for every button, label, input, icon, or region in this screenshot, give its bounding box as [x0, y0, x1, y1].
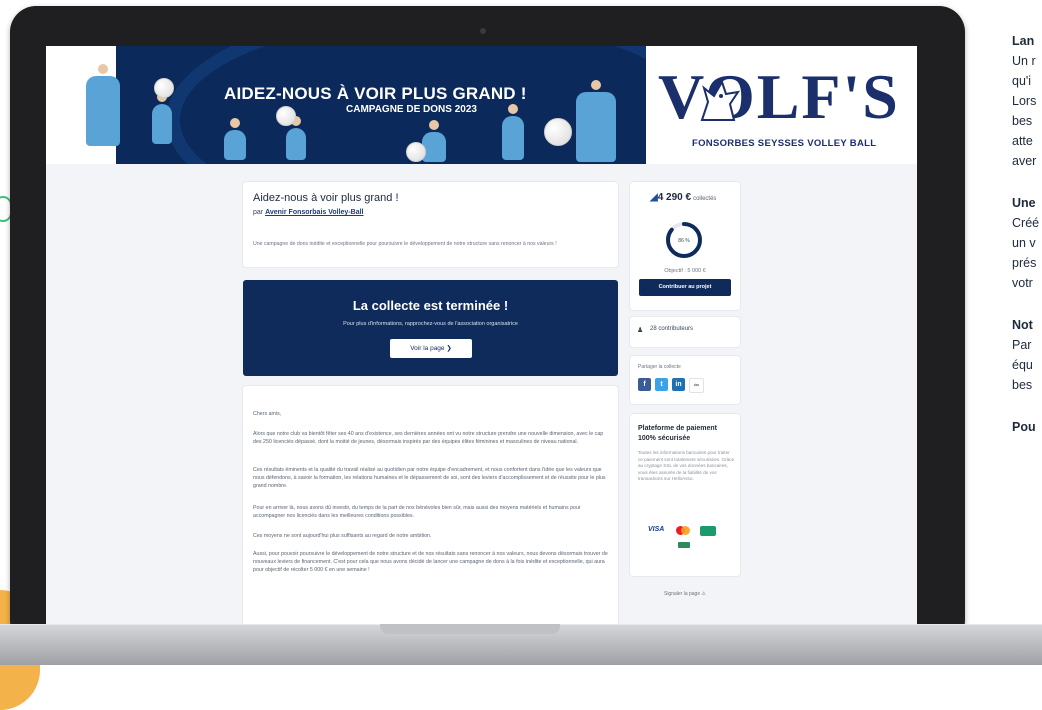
- player-illustration: [86, 64, 120, 146]
- secure-payment-text: Toutes les informations bancaires pour t…: [638, 450, 735, 481]
- banner-subline: CAMPAGNE DE DONS 2023: [346, 104, 477, 115]
- progress-gauge: 86 %: [666, 222, 702, 258]
- amount-collected: ◢4 290 € collectés: [650, 192, 717, 203]
- campaign-story-card: Chers amis, Alors que notre club va bien…: [243, 386, 618, 628]
- secure-payment-title: Plateforme de paiement 100% sécurisée: [638, 425, 717, 442]
- right-column-text: prés: [1012, 256, 1037, 270]
- campaign-title: Aidez-nous à voir plus grand !: [253, 192, 399, 204]
- right-column-text: Lan: [1012, 34, 1035, 48]
- story-paragraph: Aussi, pour pouvoir poursuivre le dévelo…: [253, 551, 608, 573]
- story-paragraph: Pour en arriver là, nous avons dû invest…: [253, 505, 581, 519]
- laptop-frame: AIDEZ-NOUS À VOIR PLUS GRAND ! CAMPAGNE …: [10, 6, 965, 646]
- browser-screen: AIDEZ-NOUS À VOIR PLUS GRAND ! CAMPAGNE …: [46, 46, 917, 628]
- twitter-icon[interactable]: t: [655, 378, 668, 391]
- right-column-text: Une: [1012, 196, 1036, 210]
- share-label: Partager la collecte: [638, 364, 681, 370]
- right-column-text: qu'i: [1012, 74, 1032, 88]
- story-paragraph: Ces moyens ne sont aujourd'hui plus suff…: [253, 533, 432, 539]
- campaign-header-card: Aidez-nous à voir plus grand ! par Aveni…: [243, 182, 618, 267]
- player-illustration: [422, 120, 446, 162]
- volleyball-icon: [544, 118, 572, 146]
- facebook-icon[interactable]: f: [638, 378, 651, 391]
- campaign-byline: par Avenir Fonsorbais Volley-Ball: [253, 209, 364, 216]
- funding-card: ◢4 290 € collectés 86 % Objectif : 5 000 …: [630, 182, 740, 310]
- ended-text: Pour plus d'informations, rapprochez-vou…: [343, 321, 518, 327]
- contributors-count[interactable]: 28 contributeurs: [650, 326, 693, 332]
- volleyball-icon: [154, 78, 174, 98]
- player-illustration: [502, 104, 524, 160]
- right-column-text: Lors: [1012, 94, 1037, 108]
- contributors-card: ♟ 28 contributeurs: [630, 317, 740, 347]
- story-greeting: Chers amis,: [253, 411, 282, 417]
- right-column-text: Un r: [1012, 54, 1036, 68]
- campaign-ended-panel: La collecte est terminée ! Pour plus d'i…: [243, 280, 618, 376]
- right-column-text: aver: [1012, 154, 1037, 168]
- cb-card-icon: [700, 526, 716, 536]
- right-column-text: Créé: [1012, 216, 1040, 230]
- link-icon[interactable]: ∞: [689, 378, 704, 393]
- right-column-text: équ: [1012, 358, 1033, 372]
- linkedin-icon[interactable]: in: [672, 378, 685, 391]
- player-illustration: [152, 92, 172, 144]
- right-column-text: Pou: [1012, 420, 1036, 434]
- right-column-text: votr: [1012, 276, 1033, 290]
- organizer-link[interactable]: Avenir Fonsorbais Volley-Ball: [265, 209, 363, 216]
- camera-icon: [480, 28, 486, 34]
- campaign-banner: AIDEZ-NOUS À VOIR PLUS GRAND ! CAMPAGNE …: [46, 46, 917, 164]
- right-column-text: un v: [1012, 236, 1036, 250]
- view-page-button[interactable]: Voir la page ❯: [390, 339, 472, 358]
- player-illustration: [224, 118, 246, 160]
- right-column-text: bes: [1012, 114, 1033, 128]
- progress-percent: 86 %: [678, 238, 690, 244]
- player-illustration: [286, 116, 306, 160]
- right-column-text: atte: [1012, 134, 1033, 148]
- story-paragraph: Alors que notre club va bientôt fêter se…: [253, 431, 604, 445]
- user-icon: ♟: [637, 327, 644, 334]
- player-illustration: [576, 80, 616, 162]
- right-column-text: bes: [1012, 378, 1033, 392]
- right-column-text: Par: [1012, 338, 1032, 352]
- volleyball-icon: [276, 106, 296, 126]
- club-name: FONSORBES SEYSSES VOLLEY BALL: [692, 138, 877, 149]
- visa-icon: VISA: [648, 526, 665, 533]
- wolf-icon: [700, 79, 741, 121]
- banner-headline: AIDEZ-NOUS À VOIR PLUS GRAND !: [224, 84, 527, 103]
- contribute-button[interactable]: Contribuer au projet: [639, 279, 731, 296]
- bank-icon: [678, 542, 690, 548]
- share-card: Partager la collecte f t in ∞: [630, 356, 740, 404]
- campaign-description: Une campagne de dons inédite et exceptio…: [253, 241, 557, 247]
- goal-amount: Objectif : 5 000 €: [664, 268, 706, 274]
- report-link[interactable]: Signaler la page ⚠: [630, 591, 740, 597]
- volleyball-icon: [406, 142, 426, 162]
- secure-payment-card: Plateforme de paiement 100% sécurisée To…: [630, 414, 740, 576]
- story-paragraph: Ces résultats éminents et la qualité du …: [253, 467, 606, 489]
- payment-logos: VISA: [648, 526, 728, 548]
- ended-heading: La collecte est terminée !: [352, 298, 509, 313]
- right-column-text: Not: [1012, 318, 1033, 332]
